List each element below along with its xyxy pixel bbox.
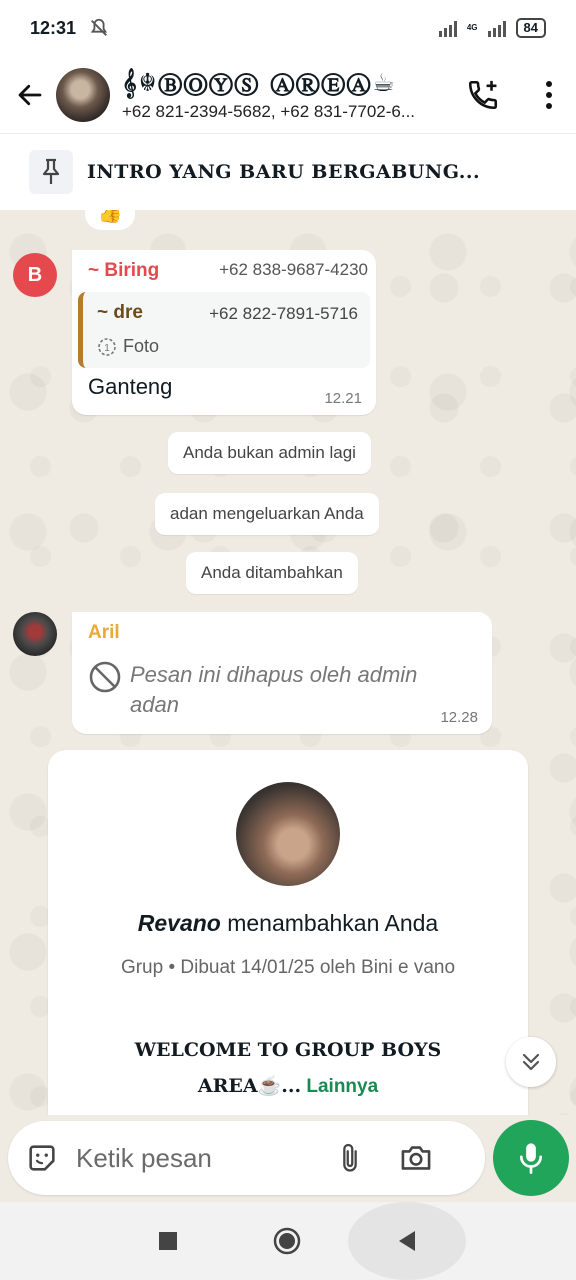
group-avatar[interactable] xyxy=(56,67,110,122)
mic-icon xyxy=(519,1143,543,1174)
status-bar: 12:31 4G 84 xyxy=(0,0,576,56)
pin-icon xyxy=(42,158,60,184)
group-card-title: Revano menambahkan Anda xyxy=(48,910,528,937)
voice-message-button[interactable] xyxy=(493,1120,569,1196)
back-button[interactable] xyxy=(8,73,52,117)
group-card-avatar xyxy=(236,782,340,886)
sender-avatar[interactable]: B xyxy=(13,253,57,297)
reaction-bubble: 👍 xyxy=(85,210,135,230)
card-actor[interactable]: Revano xyxy=(138,910,221,936)
message-input[interactable] xyxy=(76,1142,316,1174)
status-time: 12:31 xyxy=(30,17,77,38)
description-text: WELCOME TO GROUP BOYS AREA☕... xyxy=(134,1039,442,1097)
back-arrow-icon xyxy=(18,84,42,105)
group-card-subtitle: Grup • Dibuat 14/01/25 oleh Bini e vano xyxy=(120,957,456,978)
chevron-double-down-icon xyxy=(522,1053,540,1071)
pinned-message-bar[interactable]: INTRO YANG BARU BERGABUNG... xyxy=(0,134,576,210)
read-more-link[interactable]: Lainnya xyxy=(301,1076,378,1097)
sender-name[interactable]: Aril xyxy=(88,622,120,644)
message-time: 12.28 xyxy=(440,709,478,726)
system-nav-bar xyxy=(0,1202,576,1280)
message-bubble[interactable]: ~ Biring +62 838-9687-4230 ~ dre +62 822… xyxy=(72,250,376,415)
status-indicators: 4G 84 xyxy=(438,18,546,38)
back-nav-button[interactable] xyxy=(348,1202,466,1280)
group-info-card[interactable]: Revano menambahkan Anda Grup • Dibuat 14… xyxy=(48,750,528,1115)
chat-header: 𝄞☬ⒷⓄⓎⓈ ⒶⓇⒺⒶ☕ +62 821-2394-5682, +62 831-… xyxy=(0,56,576,134)
attach-icon xyxy=(343,1143,357,1172)
signal-icon xyxy=(438,19,457,37)
camera-icon xyxy=(401,1146,431,1170)
system-message: Anda ditambahkan xyxy=(186,552,358,594)
camera-button[interactable] xyxy=(396,1138,436,1178)
pinned-message-text: INTRO YANG BARU BERGABUNG... xyxy=(87,161,481,183)
sender-name[interactable]: ~ Biring xyxy=(88,260,159,282)
sender-avatar[interactable] xyxy=(13,612,57,656)
group-info[interactable]: 𝄞☬ⒷⓄⓎⓈ ⒶⓇⒺⒶ☕ +62 821-2394-5682, +62 831-… xyxy=(122,68,437,122)
quoted-phone: +62 822-7891-5716 xyxy=(209,304,358,323)
message-bubble[interactable]: Aril Pesan ini dihapus oleh admin adan 1… xyxy=(72,612,492,734)
more-options-button[interactable] xyxy=(527,73,571,117)
deleted-icon xyxy=(89,661,121,693)
quoted-media: 1 Foto xyxy=(97,336,159,357)
battery-indicator: 84 xyxy=(515,18,546,38)
quoted-sender: ~ dre xyxy=(97,302,143,323)
attach-button[interactable] xyxy=(330,1138,370,1178)
add-call-button[interactable] xyxy=(461,73,505,117)
quoted-message[interactable]: ~ dre +62 822-7891-5716 1 Foto xyxy=(78,292,370,368)
pin-icon-box xyxy=(29,150,73,194)
message-text: Ganteng xyxy=(88,374,173,399)
chat-area[interactable]: 👍 B ~ Biring +62 838-9687-4230 ~ dre +62… xyxy=(0,210,576,1115)
deleted-message-text: Pesan ini dihapus oleh admin adan xyxy=(130,662,418,717)
avatar-letter: B xyxy=(27,263,43,286)
mute-bell-icon xyxy=(90,18,108,36)
network-type: 4G xyxy=(466,23,478,32)
group-members: +62 821-2394-5682, +62 831-7702-6... xyxy=(122,101,416,121)
sender-phone: +62 838-9687-4230 xyxy=(219,260,368,279)
more-vert-icon xyxy=(546,80,552,109)
add-call-icon xyxy=(468,80,498,109)
square-icon xyxy=(159,1232,177,1250)
scroll-down-button[interactable] xyxy=(506,1037,556,1087)
message-composer xyxy=(8,1121,485,1195)
group-name: 𝄞☬ⒷⓄⓎⓈ ⒶⓇⒺⒶ☕ xyxy=(122,67,397,97)
signal-icon-2 xyxy=(487,19,506,37)
emoji-icon xyxy=(29,1145,55,1171)
circle-icon xyxy=(273,1227,301,1255)
system-message: adan mengeluarkan Anda xyxy=(155,493,379,535)
view-once-icon: 1 xyxy=(98,337,116,356)
quoted-media-label: Foto xyxy=(123,336,160,356)
message-time: 12.21 xyxy=(324,390,362,407)
thumbs-up-icon: 👍 xyxy=(97,210,123,224)
svg-text:1: 1 xyxy=(104,343,110,354)
triangle-back-icon xyxy=(399,1231,415,1251)
card-action: menambahkan Anda xyxy=(220,910,439,936)
recent-apps-button[interactable] xyxy=(138,1211,198,1271)
home-button[interactable] xyxy=(257,1211,317,1271)
system-message: Anda bukan admin lagi xyxy=(168,432,371,474)
group-card-description: WELCOME TO GROUP BOYS AREA☕... Lainnya xyxy=(108,1032,468,1105)
sender-row: ~ Biring +62 838-9687-4230 xyxy=(88,260,368,282)
emoji-button[interactable] xyxy=(24,1140,60,1176)
